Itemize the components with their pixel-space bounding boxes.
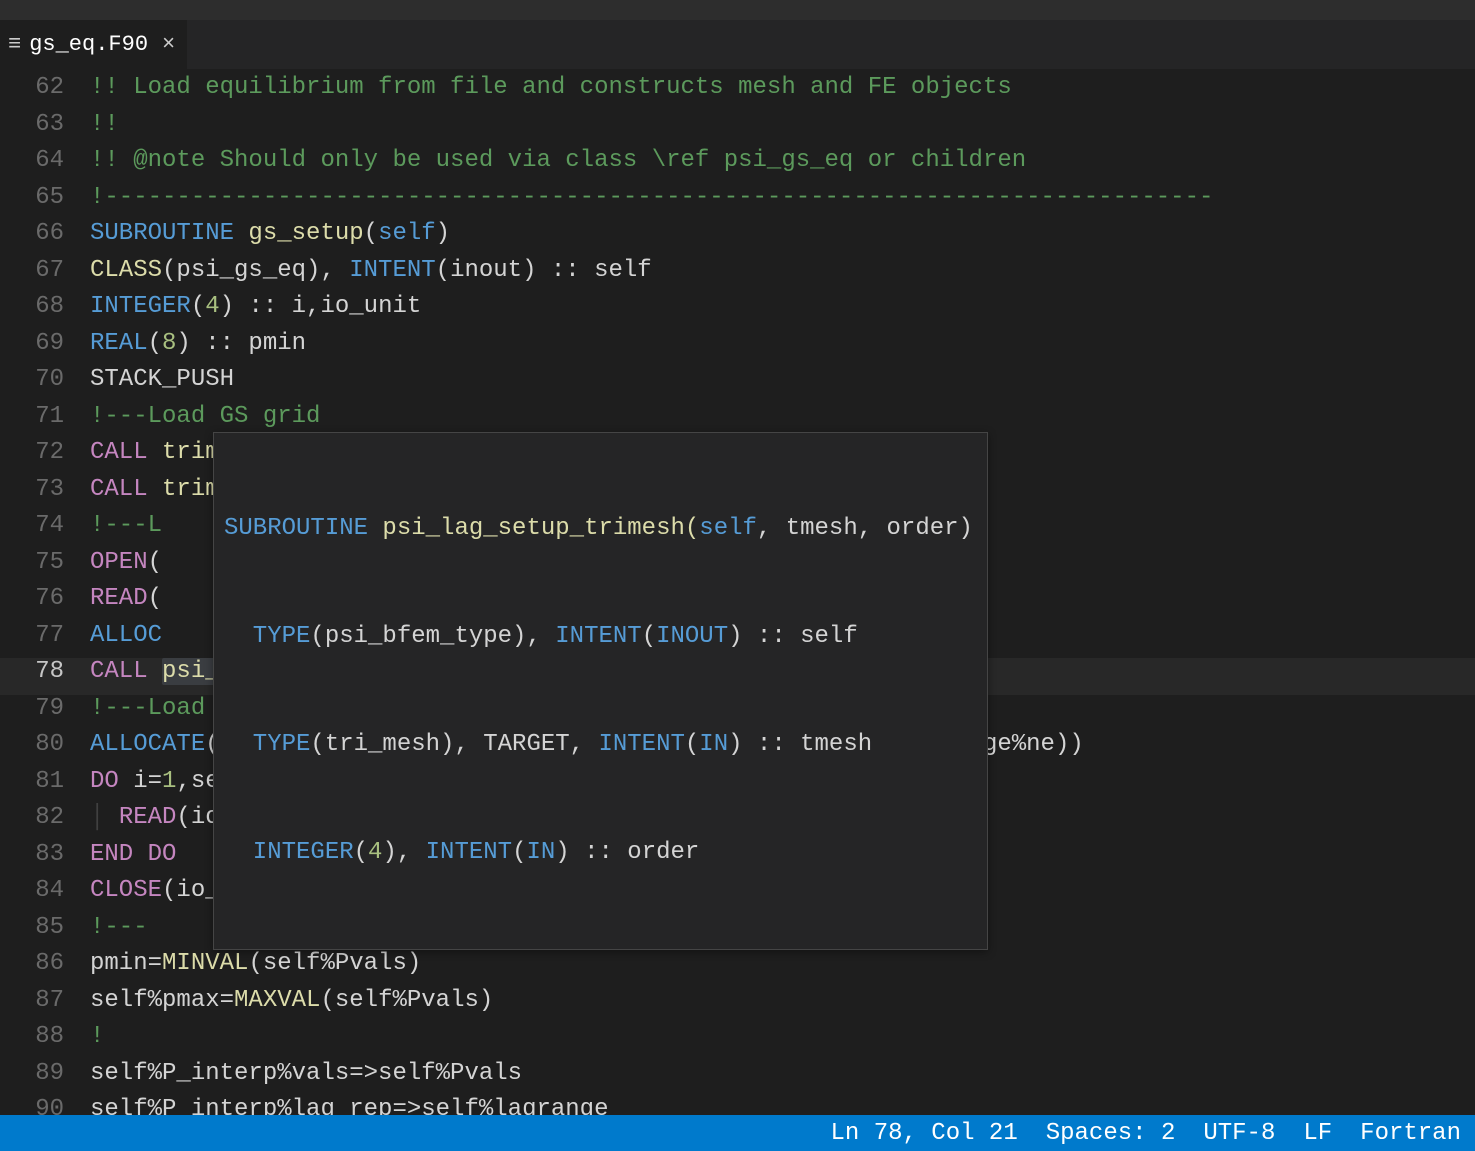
line-number: 77 <box>0 622 90 649</box>
line-number: 67 <box>0 257 90 284</box>
code-line[interactable]: 86pmin=MINVAL(self%Pvals) <box>0 950 1475 987</box>
code-content[interactable]: ALLOC <box>90 622 162 649</box>
code-content[interactable]: pmin=MINVAL(self%Pvals) <box>90 950 421 977</box>
code-content[interactable]: END DO <box>90 841 176 868</box>
status-bar: Ln 78, Col 21 Spaces: 2 UTF-8 LF Fortran <box>0 1115 1475 1151</box>
line-number: 79 <box>0 695 90 722</box>
code-content[interactable]: SUBROUTINE gs_setup(self) <box>90 220 450 247</box>
line-number: 72 <box>0 439 90 466</box>
code-content[interactable]: !! @note Should only be used via class \… <box>90 147 1026 174</box>
status-spaces[interactable]: Spaces: 2 <box>1046 1120 1176 1147</box>
line-number: 68 <box>0 293 90 320</box>
tab-gs-eq[interactable]: ≡ gs_eq.F90 × <box>0 20 187 69</box>
line-number: 89 <box>0 1060 90 1087</box>
line-number: 73 <box>0 476 90 503</box>
code-content[interactable]: self%P_interp%lag_rep=>self%lagrange <box>90 1096 608 1115</box>
line-number: 82 <box>0 804 90 831</box>
line-number: 86 <box>0 950 90 977</box>
code-line[interactable]: 89self%P_interp%vals=>self%Pvals <box>0 1060 1475 1097</box>
tab-filename: gs_eq.F90 <box>29 32 148 57</box>
line-number: 85 <box>0 914 90 941</box>
code-content[interactable]: !---Load GS grid <box>90 403 320 430</box>
code-content[interactable]: !! Load equilibrium from file and constr… <box>90 74 1012 101</box>
code-content[interactable]: !---L <box>90 512 162 539</box>
signature-help-popup: SUBROUTINE psi_lag_setup_trimesh(self, t… <box>213 432 988 950</box>
line-number: 83 <box>0 841 90 868</box>
line-number: 78 <box>0 658 90 685</box>
signature-line: TYPE(psi_bfem_type), INTENT(INOUT) :: se… <box>224 619 977 655</box>
code-line[interactable]: 64!! @note Should only be used via class… <box>0 147 1475 184</box>
line-number: 64 <box>0 147 90 174</box>
window-titlebar <box>0 0 1475 20</box>
line-number: 66 <box>0 220 90 247</box>
code-content[interactable]: self%pmax=MAXVAL(self%Pvals) <box>90 987 493 1014</box>
editor-tabbar: ≡ gs_eq.F90 × <box>0 20 1475 70</box>
status-language[interactable]: Fortran <box>1360 1120 1461 1147</box>
line-number: 75 <box>0 549 90 576</box>
code-line[interactable]: 87self%pmax=MAXVAL(self%Pvals) <box>0 987 1475 1024</box>
signature-line: SUBROUTINE psi_lag_setup_trimesh(self, t… <box>224 511 977 547</box>
status-eol[interactable]: LF <box>1303 1120 1332 1147</box>
line-number: 76 <box>0 585 90 612</box>
line-number: 62 <box>0 74 90 101</box>
line-number: 88 <box>0 1023 90 1050</box>
file-icon: ≡ <box>8 32 21 57</box>
code-content[interactable]: !! <box>90 111 119 138</box>
code-line[interactable]: 66SUBROUTINE gs_setup(self) <box>0 220 1475 257</box>
editor-viewport[interactable]: 62!! Load equilibrium from file and cons… <box>0 70 1475 1115</box>
line-number: 80 <box>0 731 90 758</box>
code-line[interactable]: 69REAL(8) :: pmin <box>0 330 1475 367</box>
code-line[interactable]: 70STACK_PUSH <box>0 366 1475 403</box>
signature-line: TYPE(tri_mesh), TARGET, INTENT(IN) :: tm… <box>224 727 977 763</box>
code-line[interactable]: 67CLASS(psi_gs_eq), INTENT(inout) :: sel… <box>0 257 1475 294</box>
code-content[interactable]: self%P_interp%vals=>self%Pvals <box>90 1060 522 1087</box>
code-line[interactable]: 63!! <box>0 111 1475 148</box>
code-line[interactable]: 90self%P_interp%lag_rep=>self%lagrange <box>0 1096 1475 1115</box>
line-number: 90 <box>0 1096 90 1115</box>
code-content[interactable]: !--- <box>90 914 148 941</box>
code-content[interactable]: !---------------------------------------… <box>90 184 1213 211</box>
line-number: 87 <box>0 987 90 1014</box>
line-number: 69 <box>0 330 90 357</box>
code-line[interactable]: 68INTEGER(4) :: i,io_unit <box>0 293 1475 330</box>
line-number: 84 <box>0 877 90 904</box>
code-content[interactable]: OPEN( <box>90 549 162 576</box>
code-content[interactable]: CLASS(psi_gs_eq), INTENT(inout) :: self <box>90 257 652 284</box>
line-number: 71 <box>0 403 90 430</box>
code-line[interactable]: 88! <box>0 1023 1475 1060</box>
status-encoding[interactable]: UTF-8 <box>1203 1120 1275 1147</box>
line-number: 65 <box>0 184 90 211</box>
line-number: 74 <box>0 512 90 539</box>
code-content[interactable]: ! <box>90 1023 104 1050</box>
code-content[interactable]: READ( <box>90 585 162 612</box>
code-line[interactable]: 62!! Load equilibrium from file and cons… <box>0 74 1475 111</box>
code-content[interactable]: REAL(8) :: pmin <box>90 330 306 357</box>
code-line[interactable]: 65!-------------------------------------… <box>0 184 1475 221</box>
code-content[interactable]: INTEGER(4) :: i,io_unit <box>90 293 421 320</box>
signature-line: INTEGER(4), INTENT(IN) :: order <box>224 835 977 871</box>
line-number: 70 <box>0 366 90 393</box>
line-number: 81 <box>0 768 90 795</box>
status-lncol[interactable]: Ln 78, Col 21 <box>830 1120 1017 1147</box>
code-content[interactable]: STACK_PUSH <box>90 366 234 393</box>
close-icon[interactable]: × <box>156 32 175 57</box>
line-number: 63 <box>0 111 90 138</box>
